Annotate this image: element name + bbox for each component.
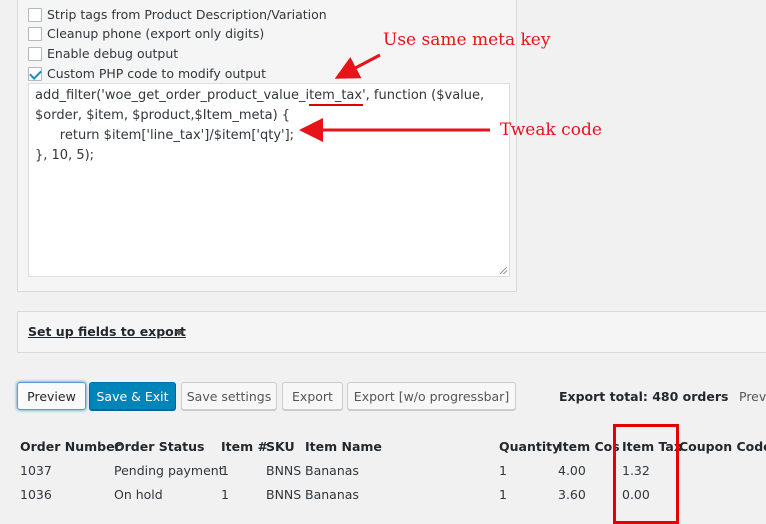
resize-handle-icon[interactable] bbox=[500, 267, 507, 274]
cell-sku: BNNS bbox=[266, 463, 302, 478]
cleanup-phone-label: Cleanup phone (export only digits) bbox=[47, 26, 265, 41]
code-line: $order, $item, $product,$Item_meta) { bbox=[35, 108, 291, 123]
annotation-tweak-code: Tweak code bbox=[500, 120, 602, 140]
cell-order-status: Pending payment bbox=[114, 463, 224, 478]
strip-tags-label: Strip tags from Product Description/Vari… bbox=[47, 7, 327, 22]
cell-sku: BNNS bbox=[266, 487, 302, 502]
col-coupon-code: Coupon Code bbox=[679, 439, 766, 454]
setup-fields-link[interactable]: Set up fields to export bbox=[28, 324, 186, 339]
cell-quantity: 1 bbox=[499, 463, 507, 478]
export-no-progressbar-button[interactable]: Export [w/o progressbar] bbox=[347, 382, 516, 410]
option-cleanup-phone[interactable]: Cleanup phone (export only digits) bbox=[28, 25, 264, 42]
code-line: }, 10, 5); bbox=[35, 148, 95, 163]
item-tax-highlight-box bbox=[613, 424, 679, 524]
annotation-meta-key: Use same meta key bbox=[383, 30, 551, 50]
code-line: add_filter('woe_get_order_product_value_… bbox=[35, 88, 485, 103]
save-settings-button[interactable]: Save settings bbox=[181, 382, 277, 410]
cell-order-number: 1037 bbox=[20, 463, 52, 478]
col-item-name: Item Name bbox=[305, 439, 382, 454]
cleanup-phone-checkbox[interactable] bbox=[28, 26, 42, 41]
debug-output-checkbox[interactable] bbox=[28, 46, 42, 61]
meta-key-underline bbox=[309, 104, 363, 106]
cell-item-cost: 4.00 bbox=[558, 463, 586, 478]
fields-panel: Set up fields to export bbox=[17, 311, 766, 353]
debug-output-label: Enable debug output bbox=[47, 46, 179, 61]
col-quantity: Quantity bbox=[499, 439, 561, 454]
custom-php-label: Custom PHP code to modify output bbox=[47, 66, 266, 81]
cell-order-number: 1036 bbox=[20, 487, 52, 502]
preview-button[interactable]: Preview bbox=[17, 382, 86, 410]
cell-item-number: 1 bbox=[221, 487, 229, 502]
option-custom-php[interactable]: Custom PHP code to modify output bbox=[28, 65, 266, 82]
strip-tags-checkbox[interactable] bbox=[28, 7, 42, 22]
code-line: return $item['line_tax']/$item['qty']; bbox=[35, 128, 295, 143]
col-item-cost: Item Cos bbox=[558, 439, 620, 454]
option-debug-output[interactable]: Enable debug output bbox=[28, 45, 178, 62]
export-button[interactable]: Export bbox=[282, 382, 343, 410]
export-total: Export total: 480 orders bbox=[559, 389, 729, 404]
php-code-textarea[interactable]: add_filter('woe_get_order_product_value_… bbox=[28, 83, 510, 277]
cell-item-name: Bananas bbox=[305, 487, 359, 502]
preview-size-label: Previ bbox=[739, 389, 766, 404]
col-sku: SKU bbox=[266, 439, 295, 454]
col-item-number: Item # bbox=[221, 439, 268, 454]
cell-item-number: 1 bbox=[221, 463, 229, 478]
cell-order-status: On hold bbox=[114, 487, 163, 502]
cell-quantity: 1 bbox=[499, 487, 507, 502]
save-exit-button[interactable]: Save & Exit bbox=[89, 382, 176, 410]
cell-item-cost: 3.60 bbox=[558, 487, 586, 502]
custom-php-checkbox[interactable] bbox=[28, 66, 42, 81]
col-order-number: Order Number bbox=[20, 439, 121, 454]
cell-item-name: Bananas bbox=[305, 463, 359, 478]
col-order-status: Order Status bbox=[114, 439, 205, 454]
option-strip-tags[interactable]: Strip tags from Product Description/Vari… bbox=[28, 6, 327, 23]
caret-down-icon[interactable] bbox=[175, 331, 183, 336]
